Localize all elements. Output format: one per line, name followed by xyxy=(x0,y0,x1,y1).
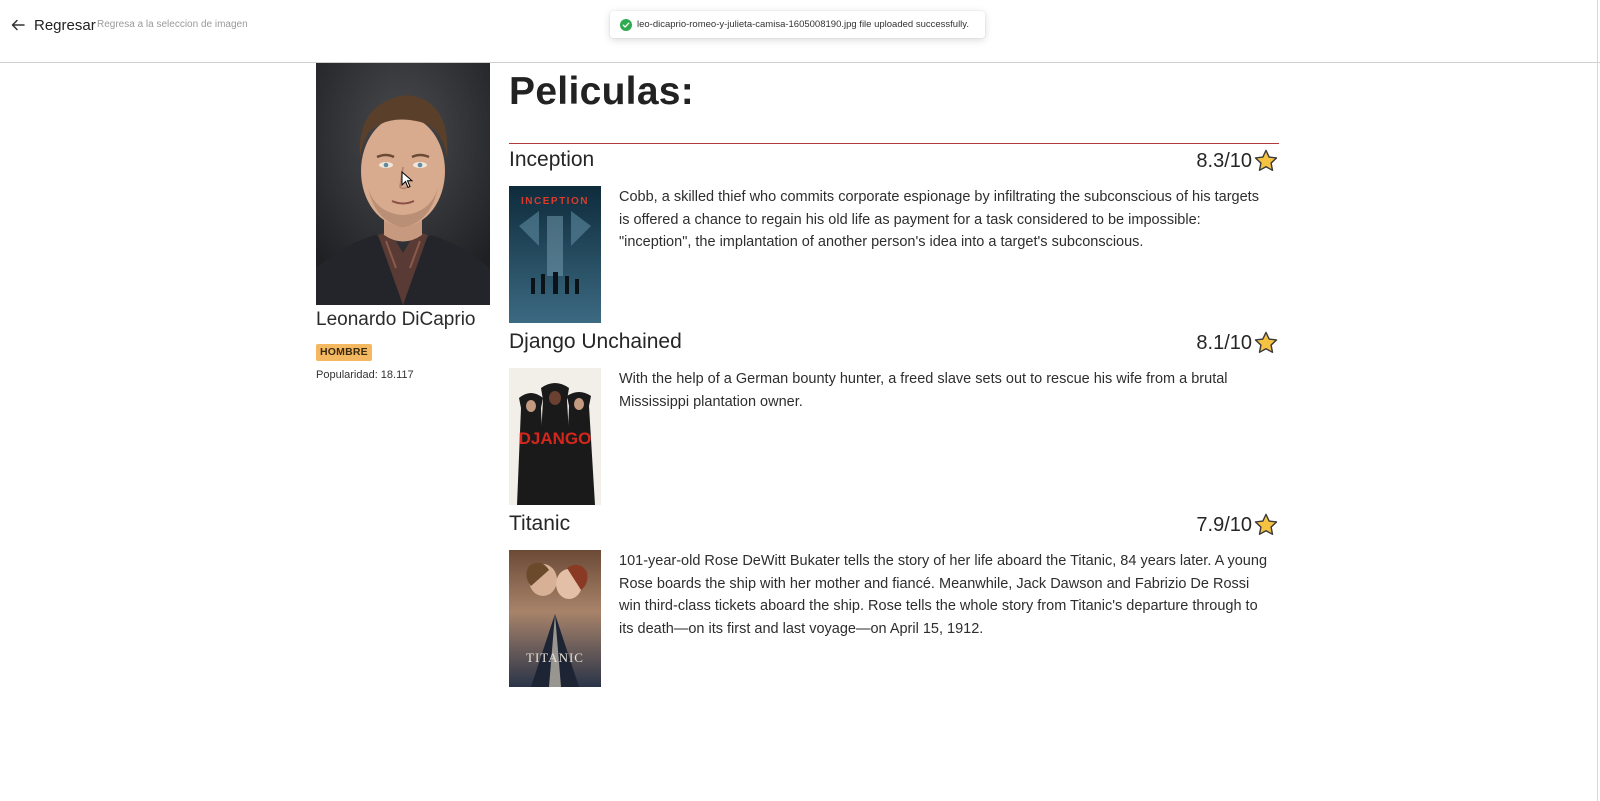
mouse-cursor-icon xyxy=(401,171,413,189)
arrow-left-icon xyxy=(11,19,25,31)
poster-text: TITANIC xyxy=(526,650,584,665)
rating-value: 8.1/10 xyxy=(1196,331,1252,354)
movie-poster: INCEPTION xyxy=(509,186,601,323)
movie-title: Titanic xyxy=(509,512,571,535)
window-edge xyxy=(1597,0,1598,801)
actor-name: Leonardo DiCaprio xyxy=(316,309,476,330)
movie-poster: DJANGO xyxy=(509,368,601,505)
star-icon xyxy=(1254,331,1278,354)
back-subtitle: Regresa a la seleccion de imagen xyxy=(97,19,248,30)
poster-text: INCEPTION xyxy=(521,196,589,207)
movie-poster: TITANIC xyxy=(509,550,601,687)
upload-success-toast: leo-dicaprio-romeo-y-julieta-camisa-1605… xyxy=(610,11,985,38)
movie-overview: Cobb, a skilled thief who commits corpor… xyxy=(619,189,1259,250)
popularity-value: 18.117 xyxy=(380,369,414,381)
rating-value: 8.3/10 xyxy=(1196,149,1252,172)
check-circle-icon xyxy=(620,18,632,31)
star-icon xyxy=(1254,149,1278,172)
movie-item: Django Unchained 8.1/10 DJANGO With the … xyxy=(509,330,1279,510)
movies-heading: Peliculas: xyxy=(509,70,695,113)
back-button[interactable]: Regresar xyxy=(10,14,96,36)
movie-overview: 101-year-old Rose DeWitt Bukater tells t… xyxy=(619,553,1268,637)
popularity: Popularidad: 18.117 xyxy=(316,369,414,381)
gender-badge: HOMBRE xyxy=(316,344,372,361)
movie-item: Inception 8.3/10 INCEPTION Cobb, a skill… xyxy=(509,148,1279,328)
movie-item: Titanic 7.9/10 TITANIC 101-year-old Rose… xyxy=(509,512,1279,692)
rating-value: 7.9/10 xyxy=(1196,513,1252,536)
movie-title: Django Unchained xyxy=(509,330,682,353)
popularity-label: Popularidad: xyxy=(316,369,378,381)
movie-rating: 7.9/10 xyxy=(1196,512,1279,538)
movie-rating: 8.3/10 xyxy=(1196,148,1279,174)
movie-overview: With the help of a German bounty hunter,… xyxy=(619,371,1228,410)
movie-rating: 8.1/10 xyxy=(1196,330,1279,356)
movie-title: Inception xyxy=(509,148,595,171)
star-icon xyxy=(1254,513,1278,536)
poster-text: DJANGO xyxy=(519,429,592,448)
back-label: Regresar xyxy=(34,16,96,34)
top-bar: Regresar Regresa a la seleccion de image… xyxy=(0,0,1600,63)
heading-divider xyxy=(509,143,1279,144)
actor-photo xyxy=(316,63,490,305)
toast-message: leo-dicaprio-romeo-y-julieta-camisa-1605… xyxy=(637,19,969,30)
